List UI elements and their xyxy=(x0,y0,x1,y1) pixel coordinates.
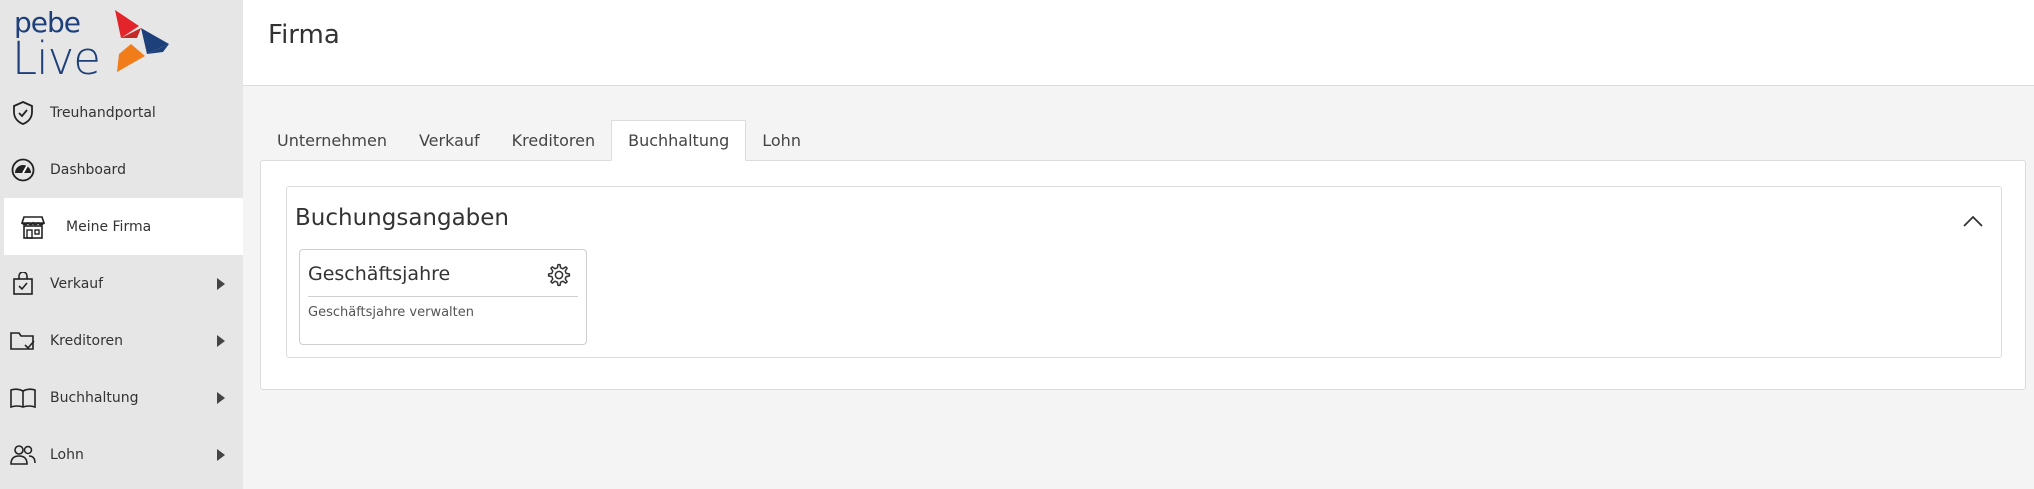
sidebar-item-treuhandportal[interactable]: Treuhandportal xyxy=(0,84,243,141)
gear-icon[interactable] xyxy=(546,262,572,288)
book-open-icon xyxy=(10,385,36,411)
sidebar-item-buchhaltung[interactable]: Buchhaltung xyxy=(0,369,243,426)
shield-check-icon xyxy=(10,100,36,126)
expand-arrow-icon[interactable] xyxy=(217,277,225,290)
logo-text-live: Live xyxy=(12,32,101,85)
sidebar-item-label: Kreditoren xyxy=(50,332,124,349)
tab-kreditoren[interactable]: Kreditoren xyxy=(496,120,611,161)
card-description: Geschäftsjahre verwalten xyxy=(308,305,475,320)
shopping-bag-check-icon xyxy=(10,271,36,297)
tab-lohn[interactable]: Lohn xyxy=(746,120,817,161)
tab-buchhaltung[interactable]: Buchhaltung xyxy=(611,120,747,161)
sidebar-item-label: Meine Firma xyxy=(66,218,152,235)
play-logo-icon xyxy=(115,10,169,72)
page-header: Firma xyxy=(243,0,2034,86)
folder-check-icon xyxy=(10,328,36,354)
sidebar-item-label: Dashboard xyxy=(50,161,126,178)
sidebar-item-verkauf[interactable]: Verkauf xyxy=(0,255,243,312)
sidebar-item-meine-firma[interactable]: Meine Firma xyxy=(4,198,243,255)
sidebar-item-lohn[interactable]: Lohn xyxy=(0,426,243,483)
tab-bar: Unternehmen Verkauf Kreditoren Buchhaltu… xyxy=(261,120,817,161)
sidebar-item-label: Buchhaltung xyxy=(50,389,139,406)
expand-arrow-icon[interactable] xyxy=(217,334,225,347)
pebe-live-logo[interactable]: pebe Live xyxy=(12,6,172,85)
expand-arrow-icon[interactable] xyxy=(217,448,225,461)
tab-verkauf[interactable]: Verkauf xyxy=(403,120,496,161)
sidebar: pebe Live Treuhandportal Dashboard Meine… xyxy=(0,0,243,489)
sidebar-item-kreditoren[interactable]: Kreditoren xyxy=(0,312,243,369)
section-title: Buchungsangaben xyxy=(295,205,510,231)
sidebar-item-label: Treuhandportal xyxy=(50,104,156,121)
card-title: Geschäftsjahre xyxy=(308,263,451,285)
sidebar-item-label: Verkauf xyxy=(50,275,104,292)
buchungsangaben-section: Buchungsangaben Geschäftsjahre Geschäfts… xyxy=(286,186,2002,358)
gauge-icon xyxy=(10,157,36,183)
geschaeftsjahre-card[interactable]: Geschäftsjahre Geschäftsjahre verwalten xyxy=(299,249,587,345)
users-icon xyxy=(10,442,36,468)
sidebar-item-dashboard[interactable]: Dashboard xyxy=(0,141,243,198)
tab-panel: Buchungsangaben Geschäftsjahre Geschäfts… xyxy=(260,160,2026,390)
chevron-up-icon[interactable] xyxy=(1961,209,1985,233)
store-icon xyxy=(20,214,46,240)
sidebar-item-label: Lohn xyxy=(50,446,84,463)
sidebar-nav: Treuhandportal Dashboard Meine Firma Ver… xyxy=(0,84,243,483)
tab-unternehmen[interactable]: Unternehmen xyxy=(261,120,403,161)
page-title: Firma xyxy=(268,20,340,50)
expand-arrow-icon[interactable] xyxy=(217,391,225,404)
card-divider xyxy=(308,296,578,297)
